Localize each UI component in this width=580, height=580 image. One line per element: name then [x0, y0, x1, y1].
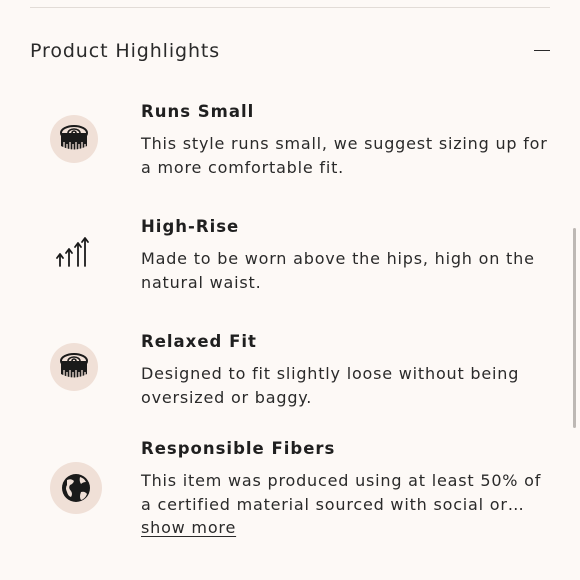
- highlight-title: Responsible Fibers: [141, 439, 336, 458]
- product-highlights-header[interactable]: Product Highlights: [30, 36, 550, 66]
- highlight-description: Designed to fit slightly loose without b…: [141, 364, 520, 407]
- highlight-title: Runs Small: [141, 102, 255, 121]
- globe-icon: [50, 462, 102, 514]
- measuring-tape-icon: [50, 343, 98, 391]
- high-rise-arrows-icon: [50, 228, 98, 276]
- scrollbar[interactable]: [573, 228, 576, 428]
- top-divider: [30, 7, 550, 8]
- highlight-title: Relaxed Fit: [141, 332, 257, 351]
- highlight-title: High-Rise: [141, 217, 240, 236]
- show-more-link[interactable]: show more: [141, 516, 236, 540]
- minus-icon[interactable]: [534, 50, 550, 51]
- highlight-description: This style runs small, we suggest sizing…: [141, 134, 548, 177]
- measuring-tape-icon: [50, 115, 98, 163]
- highlight-description: Made to be worn above the hips, high on …: [141, 249, 535, 292]
- section-title: Product Highlights: [30, 40, 221, 62]
- highlight-description: This item was produced using at least 50…: [141, 471, 542, 514]
